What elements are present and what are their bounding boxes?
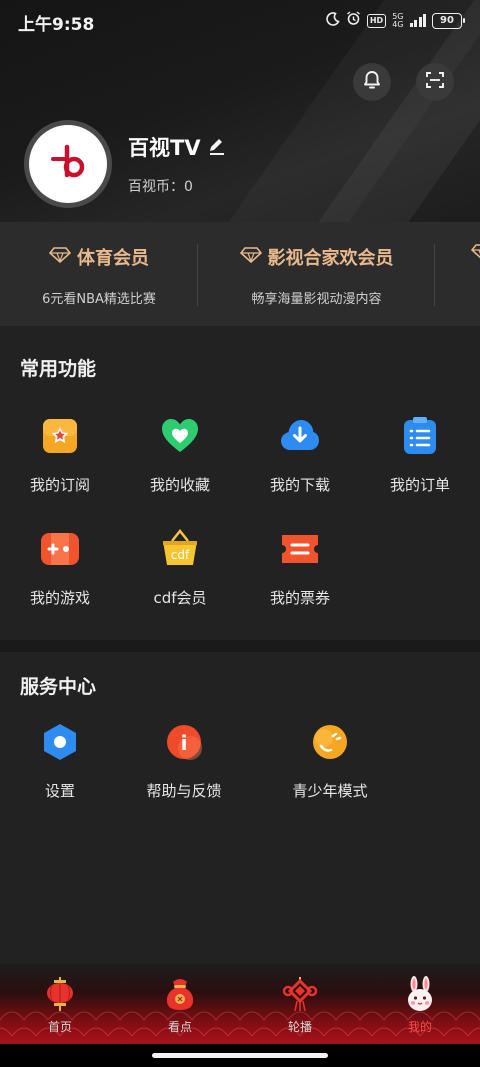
system-navigation-bar [0, 1044, 480, 1067]
teen-mode-button[interactable]: 青少年模式 [270, 722, 390, 801]
favorite-heart-icon [160, 416, 200, 456]
nav-home[interactable]: 首页 [20, 976, 100, 1035]
svg-text:cdf: cdf [171, 548, 190, 562]
status-bar: 上午9:58 HD 5G 4G 90 [0, 0, 480, 40]
bottom-navigation: 首页 看点 轮播 我的 [0, 964, 480, 1044]
network-sub-label: 4G [392, 19, 404, 29]
membership-subtitle: 6元看NBA精选比赛 [42, 292, 156, 307]
membership-card-sports[interactable]: 体育会员 6元看NBA精选比赛 [0, 222, 198, 326]
membership-subtitle: 畅享海量影视动漫内容 [251, 292, 382, 307]
grid-item-label: 我的订阅 [29, 476, 90, 494]
cdf-member-button[interactable]: cdf cdf会员 [120, 528, 240, 608]
svg-text:i: i [181, 731, 188, 755]
order-list-icon [400, 416, 440, 456]
lantern-icon [40, 976, 80, 1012]
grid-item-label: 我的收藏 [149, 476, 210, 494]
nav-label: 看点 [167, 1020, 192, 1034]
cdf-basket-icon: cdf [160, 528, 200, 569]
ticket-icon [280, 529, 320, 569]
coin-balance: 百视币：0 [128, 176, 193, 196]
grid-item-label: 我的游戏 [29, 589, 90, 607]
membership-card-family[interactable]: 影视合家欢会员 畅享海量影视动漫内容 [198, 222, 435, 326]
status-time: 上午9:58 [18, 15, 95, 35]
scan-button[interactable] [416, 63, 454, 101]
nav-highlights[interactable]: 看点 [140, 976, 220, 1035]
my-tickets-button[interactable]: 我的票券 [240, 529, 360, 608]
diamond-icon [48, 246, 72, 268]
membership-strip: 体育会员 6元看NBA精选比赛 影视合家欢会员 畅享海量影视动漫内容 [0, 222, 480, 326]
grid-item-label: 我的订单 [389, 476, 450, 494]
chinese-knot-icon [280, 976, 320, 1012]
bell-icon [361, 69, 383, 95]
coin-value: 0 [184, 179, 193, 195]
my-games-button[interactable]: 我的游戏 [0, 529, 120, 608]
my-favorites-button[interactable]: 我的收藏 [120, 416, 240, 495]
settings-hex-icon [40, 722, 80, 762]
moon-icon [326, 11, 340, 30]
membership-title: 体育会员 [77, 248, 149, 269]
help-feedback-button[interactable]: i 帮助与反馈 [124, 722, 244, 801]
diamond-icon [239, 246, 262, 268]
gamepad-icon [40, 529, 80, 569]
network-indicator: 5G 4G [392, 12, 404, 29]
diamond-icon [470, 244, 480, 265]
settings-button[interactable]: 设置 [0, 722, 120, 801]
nav-label: 轮播 [287, 1020, 312, 1034]
status-icons: HD 5G 4G 90 [326, 11, 465, 30]
section-title: 服务中心 [20, 676, 97, 698]
notification-button[interactable] [353, 63, 391, 101]
my-orders-button[interactable]: 我的订单 [360, 416, 480, 495]
coin-label: 百视币： [128, 179, 184, 195]
grid-item-label: 我的下载 [269, 476, 330, 494]
grid-item-label: 设置 [44, 782, 75, 800]
nav-carousel[interactable]: 轮播 [260, 976, 340, 1035]
hd-badge: HD [366, 13, 387, 28]
scan-icon [424, 69, 446, 95]
membership-card-more[interactable] [435, 222, 480, 326]
grid-item-label: 青少年模式 [292, 782, 368, 800]
service-center-section: 服务中心 设置 i 帮助与反馈 青少年模式 [0, 652, 480, 964]
my-subscription-button[interactable]: 我的订阅 [0, 416, 120, 495]
battery-icon: 90 [432, 12, 465, 29]
lucky-bag-icon [160, 976, 200, 1012]
avatar[interactable] [24, 120, 112, 208]
nav-mine[interactable]: 我的 [380, 976, 460, 1035]
help-info-icon: i [164, 722, 204, 762]
home-indicator[interactable] [152, 1053, 328, 1058]
profile-header: 上午9:58 HD 5G 4G 90 百视TV 百视币：0 [0, 0, 480, 222]
grid-item-label: 帮助与反馈 [146, 782, 222, 800]
membership-title: 影视合家欢会员 [267, 248, 394, 269]
grid-item-label: cdf会员 [153, 589, 207, 607]
profile-screen: 上午9:58 HD 5G 4G 90 百视TV 百视币：0 体育会员 6元看NB… [0, 0, 480, 1067]
alarm-icon [346, 11, 361, 30]
my-downloads-button[interactable]: 我的下载 [240, 416, 360, 495]
nav-label: 首页 [47, 1020, 72, 1034]
signal-icon [409, 14, 426, 27]
download-cloud-icon [280, 416, 320, 456]
baishi-logo-icon [43, 137, 93, 191]
teen-mode-icon [310, 722, 350, 762]
grid-item-label: 我的票券 [269, 589, 330, 607]
rabbit-icon [400, 976, 440, 1012]
section-separator [0, 640, 480, 652]
edit-pencil-icon[interactable] [207, 136, 227, 160]
nav-label: 我的 [407, 1020, 432, 1034]
section-title: 常用功能 [20, 358, 97, 380]
common-functions-section: 常用功能 我的订阅 我的收藏 我的下载 我的订单 我的游戏 cdf cdf会员 … [0, 326, 480, 640]
subscription-icon [40, 416, 80, 456]
username: 百视TV [128, 136, 201, 160]
